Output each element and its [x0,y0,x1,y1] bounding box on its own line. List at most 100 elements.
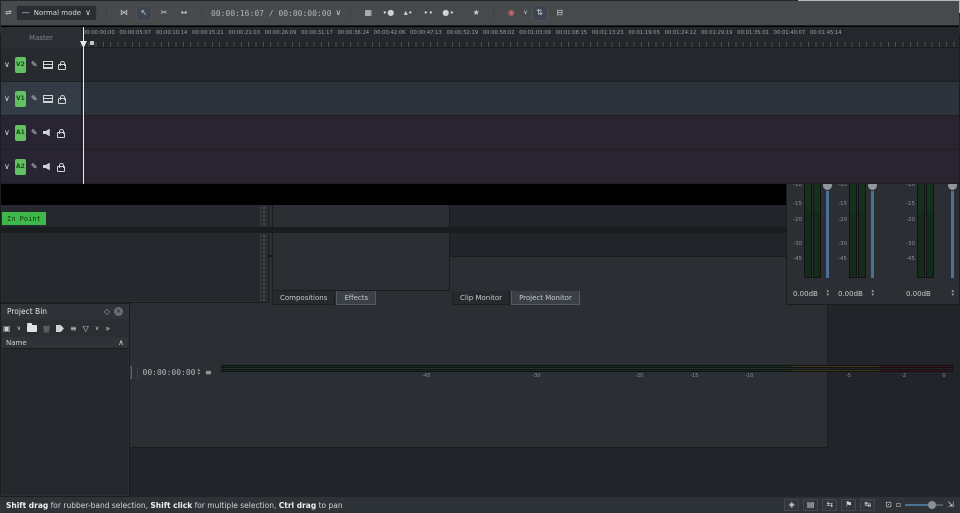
tab-clip-monitor[interactable]: Clip Monitor [452,291,510,305]
ruler-timestamp: 00:00:52:19 [447,30,479,36]
filter-chevron-icon[interactable]: ∨ [95,326,99,332]
track-lane-v2[interactable] [81,48,959,82]
track-lane-a2[interactable] [81,150,959,184]
lock-icon[interactable] [57,166,65,172]
markers-toggle[interactable]: ⚑ [841,499,856,511]
bin-column-header[interactable]: Name ∧ [2,337,128,349]
thumbnail-view-button[interactable]: ▦ [360,5,376,21]
mix-clips-button[interactable]: ⋈ [116,5,132,21]
collapse-track-icon[interactable]: ∨ [4,163,10,171]
collapse-track-icon[interactable]: ∨ [4,95,10,103]
spacer-tool-icon: ↔ [181,9,188,17]
track-lane-v1[interactable] [81,82,959,116]
filter-icon[interactable]: ▽ [83,325,89,333]
kdenlive-window: FileEditViewProjectToolClipTimelineMonit… [0,0,960,513]
delete-icon[interactable] [43,325,50,333]
favorite-effects-button[interactable]: ★ [468,5,484,21]
lock-icon[interactable] [58,98,66,104]
ruler-timestamp: 00:00:15:21 [192,30,224,36]
track-badge[interactable]: A1 [15,125,26,141]
edit-mode-select[interactable]: — Normal mode ∨ [16,5,97,21]
tab-project-monitor[interactable]: Project Monitor [511,291,580,305]
volume-spinner[interactable]: ▴▾ [826,290,829,297]
meter-tick: -2 [901,373,906,379]
meter-scale-tick: -45 [838,256,847,262]
subtitle-button[interactable]: ⊟ [552,5,568,21]
ruler-timestamp: 00:01:45:14 [810,30,842,36]
tags-icon[interactable] [56,325,64,332]
timeline-separator [493,7,494,19]
meter-scale-tick: -15 [838,201,847,207]
track-effects-icon[interactable]: ✎ [31,61,38,69]
track-header-v1[interactable]: ∨ V1 ✎ [1,82,81,116]
lock-icon[interactable] [58,64,66,70]
add-clip-icon[interactable]: ▣ [3,325,11,333]
keyframe-option-button[interactable]: ∙● [380,5,396,21]
close-panel-icon[interactable]: ✕ [114,307,123,316]
edit-mode-icon: — [22,9,30,17]
overflow-icon[interactable]: » [105,325,110,333]
zoom-out-icon[interactable]: ▫ [896,501,901,509]
record-button[interactable]: ◉ [503,5,519,21]
track-badge[interactable]: A2 [15,159,26,175]
project-bin-body[interactable] [2,349,128,495]
spacer-tool-button[interactable]: ↔ [176,5,192,21]
zoom-in-icon[interactable]: ⇲ [947,501,954,509]
speaker-icon[interactable] [43,163,52,171]
ruler-timestamp: 00:00:47:13 [410,30,442,36]
ruler-timestamp: 00:00:42:06 [374,30,406,36]
keyframe-option-button[interactable]: ▴∙ [400,5,416,21]
zoom-slider-knob[interactable] [928,501,936,509]
selection-tool-icon: ↖ [141,9,148,17]
keyframe-option-button[interactable]: ∙∙ [420,5,436,21]
record-chevron-icon[interactable]: ∨ [523,10,527,16]
float-panel-icon[interactable]: ◇ [104,307,110,316]
film-icon[interactable] [43,61,53,69]
track-effects-icon[interactable]: ✎ [31,163,38,171]
keyframe-option-button[interactable]: ●∙ [440,5,456,21]
tab-compositions[interactable]: Compositions [272,291,335,305]
timeline-ruler[interactable]: 00:00:00:0000:00:05:0700:00:10:1400:00:1… [81,27,959,48]
master-track-label[interactable]: Master [1,27,81,48]
monitor-menu-icon[interactable]: ≡ [202,369,215,377]
selection-tool-button[interactable]: ↖ [136,5,152,21]
film-icon[interactable] [43,95,53,103]
track-header-a2[interactable]: ∨ A2 ✎ [1,150,81,184]
razor-tool-button[interactable]: ✂ [156,5,172,21]
meter-tick: -45 [422,373,430,379]
timeline-timecode[interactable]: 00:00:16:07 / 00:00:00:00 [211,9,331,18]
volume-spinner[interactable]: ▴▾ [871,290,874,297]
collapse-track-icon[interactable]: ∨ [4,61,10,69]
lock-icon[interactable] [57,132,65,138]
track-badge[interactable]: V2 [15,57,26,73]
track-lane-a1[interactable] [81,116,959,150]
snap-toggle[interactable]: ↹ [860,499,875,511]
zoom-slider[interactable] [905,500,943,510]
timecode-chevron-icon[interactable]: ∨ [335,9,341,17]
playhead[interactable] [83,27,84,184]
video-thumbnails-toggle[interactable]: ▤ [803,499,818,511]
volume-db-row: 0.00dB▴▾ [793,287,831,300]
timecode-spinner[interactable]: ▴▾ [197,369,200,376]
track-effects-icon[interactable]: ✎ [31,129,38,137]
timeline-settings-icon[interactable]: ⇌ [5,9,12,17]
create-folder-icon[interactable] [27,325,37,332]
bin-view-icon[interactable]: ≡ [70,325,77,333]
tab-effects[interactable]: Effects [336,291,376,305]
track-effects-icon[interactable]: ✎ [31,95,38,103]
fit-zoom-icon[interactable]: ⊡ [885,501,892,509]
speaker-icon[interactable] [43,129,52,137]
monitor-timecode[interactable]: 00:00:00:00 [143,368,196,377]
track-badge[interactable]: V1 [15,91,26,107]
edit-mode-label: Normal mode [34,9,81,17]
add-clip-chevron-icon[interactable]: ∨ [17,326,21,332]
audio-thumbnails-toggle[interactable]: ⇆ [822,499,837,511]
track-header-a1[interactable]: ∨ A1 ✎ [1,116,81,150]
volume-spinner[interactable]: ▴▾ [951,290,954,297]
collapse-track-icon[interactable]: ∨ [4,129,10,137]
meter-scale-tick: -15 [793,201,802,207]
mixer-toggle-button[interactable]: ⇅ [532,5,548,21]
zone-marker [90,41,94,45]
tag-toggle-button[interactable]: ◈ [784,499,799,511]
track-header-v2[interactable]: ∨ V2 ✎ [1,48,81,82]
